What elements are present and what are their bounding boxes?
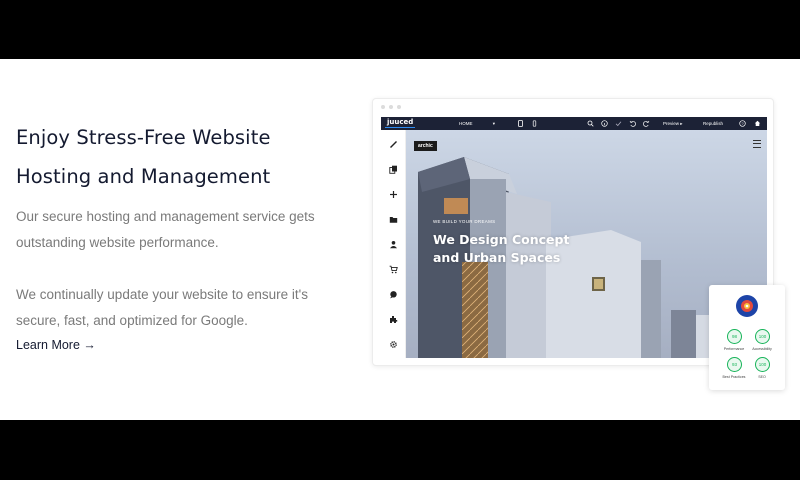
window-dot-icon — [381, 105, 385, 109]
accessibility-score: 100 — [755, 329, 770, 344]
user-icon[interactable] — [385, 236, 401, 252]
hero-kicker: WE BUILD YOUR DREAMS — [433, 219, 496, 224]
help-icon[interactable]: ? — [739, 120, 746, 127]
info-icon[interactable] — [601, 120, 608, 127]
redo-icon[interactable] — [643, 120, 650, 127]
plus-icon[interactable] — [385, 186, 401, 202]
seo-score: 100 — [755, 357, 770, 372]
performance-score: 98 — [727, 329, 742, 344]
pagespeed-score-card: 98 Performance 100 Accessibility 93 Best… — [709, 285, 785, 390]
cart-icon[interactable] — [385, 261, 401, 277]
page-select-value: HOME — [459, 121, 473, 126]
editor-toolbar: juuced HOME ▾ Preview ▸ Republish ? — [381, 117, 767, 130]
window-dot-icon — [397, 105, 401, 109]
folder-icon[interactable] — [385, 211, 401, 227]
section-headline: Enjoy Stress-Free Website Hosting and Ma… — [16, 126, 271, 188]
mobile-icon[interactable] — [531, 120, 538, 127]
bottom-letterbox — [0, 420, 800, 480]
home-icon[interactable] — [754, 120, 761, 127]
window-dot-icon — [389, 105, 393, 109]
check-icon[interactable] — [615, 120, 622, 127]
editor-sidebar — [381, 130, 406, 358]
preview-label: Preview — [663, 121, 680, 126]
chevron-down-icon: ▾ — [492, 121, 495, 126]
editor-logo: juuced — [385, 118, 416, 128]
undo-icon[interactable] — [629, 120, 636, 127]
brush-icon[interactable] — [385, 136, 401, 152]
pages-icon[interactable] — [385, 161, 401, 177]
section-paragraph-1: Our secure hosting and management servic… — [16, 209, 315, 250]
best-practices-score: 93 — [727, 357, 742, 372]
learn-more-link[interactable]: Learn More → — [16, 338, 96, 352]
hero-title: We Design Concept and Urban Spaces — [433, 232, 570, 265]
svg-text:?: ? — [741, 121, 744, 126]
gear-icon[interactable] — [385, 336, 401, 352]
search-icon[interactable] — [587, 120, 594, 127]
hamburger-menu-icon[interactable] — [753, 140, 761, 148]
desktop-icon[interactable] — [517, 120, 524, 127]
page-select[interactable]: HOME ▾ — [459, 120, 497, 127]
chat-icon[interactable] — [385, 286, 401, 302]
preview-button[interactable]: Preview ▸ — [663, 120, 683, 127]
accessibility-label: Accessibility — [752, 347, 772, 351]
plugin-icon[interactable] — [385, 311, 401, 327]
seo-label: SEO — [758, 375, 766, 379]
republish-button[interactable]: Republish — [703, 120, 723, 127]
google-badge-icon — [736, 295, 758, 317]
site-logo[interactable]: archic — [414, 141, 437, 151]
section-paragraph-2: We continually update your website to en… — [16, 287, 308, 328]
